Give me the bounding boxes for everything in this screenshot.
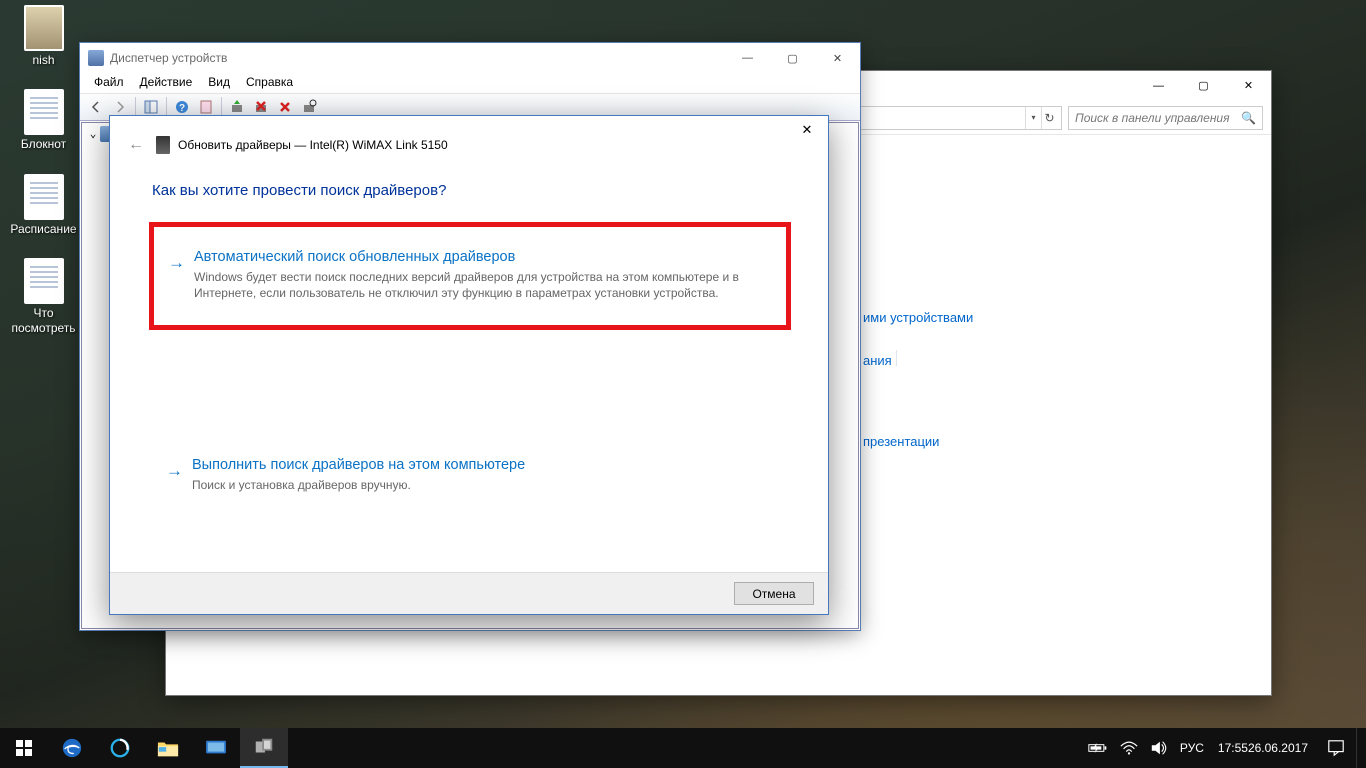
cancel-label: Отмена (752, 587, 795, 601)
option-description: Windows будет вести поиск последних верс… (194, 269, 770, 301)
folder-icon (157, 738, 179, 758)
maximize-button[interactable]: ▢ (770, 44, 815, 73)
taskbar: РУС 17:55 26.06.2017 (0, 728, 1366, 768)
desktop-icon-notepad[interactable]: Блокнот (6, 89, 81, 151)
taskbar-device-manager[interactable] (240, 728, 288, 768)
wizard-header: ← Обновить драйверы — Intel(R) WiMAX Lin… (110, 116, 828, 164)
wizard-footer: Отмена (110, 572, 828, 614)
back-arrow-icon[interactable]: ← (126, 136, 146, 154)
language-label: РУС (1180, 741, 1204, 755)
separator (896, 350, 897, 366)
maximize-button[interactable]: ▢ (1181, 71, 1226, 100)
system-tray: РУС 17:55 26.06.2017 (1082, 728, 1366, 768)
tray-clock[interactable]: 17:55 26.06.2017 (1210, 728, 1316, 768)
close-button[interactable]: ✕ (786, 116, 828, 144)
desktop-icon-nish[interactable]: nish (6, 5, 81, 67)
device-icon (156, 136, 170, 154)
toolbar-separator (166, 97, 167, 117)
update-driver-wizard: ✕ ← Обновить драйверы — Intel(R) WiMAX L… (109, 115, 829, 615)
desktop-icon-schedule[interactable]: Расписание (6, 174, 81, 236)
clock-time: 17:55 (1218, 741, 1248, 755)
desktop-icon-label: Что посмотреть (6, 306, 81, 335)
svg-text:?: ? (179, 103, 185, 114)
taskbar-app-1[interactable] (96, 728, 144, 768)
arrow-right-icon: → (166, 461, 183, 481)
option-browse-computer[interactable]: → Выполнить поиск драйверов на этом комп… (152, 443, 788, 507)
search-icon: 🔍 (1241, 111, 1256, 125)
image-file-icon (24, 5, 64, 51)
control-panel-icon (205, 739, 227, 757)
close-button[interactable]: ✕ (1226, 71, 1271, 100)
back-button[interactable] (85, 96, 107, 118)
desktop-icon-label: Блокнот (6, 137, 81, 151)
tray-wifi-icon[interactable] (1114, 728, 1144, 768)
search-placeholder: Поиск в панели управления (1075, 111, 1230, 125)
option-title: Автоматический поиск обновленных драйвер… (194, 249, 770, 265)
desktop-icon-watchlist[interactable]: Что посмотреть (6, 258, 81, 335)
desktop-icon-label: Расписание (6, 222, 81, 236)
tray-battery-icon[interactable] (1082, 728, 1114, 768)
address-dropdown-icon[interactable]: ▾ (1025, 107, 1041, 129)
tray-action-center[interactable] (1316, 728, 1356, 768)
clock-date: 26.06.2017 (1248, 741, 1308, 755)
close-button[interactable]: ✕ (815, 44, 860, 73)
menu-view[interactable]: Вид (200, 73, 238, 93)
cp-search-input[interactable]: Поиск в панели управления 🔍 (1068, 106, 1263, 130)
start-button[interactable] (0, 728, 48, 768)
minimize-button[interactable]: — (1136, 71, 1181, 100)
toolbar-separator (135, 97, 136, 117)
option-description: Поиск и установка драйверов вручную. (192, 477, 772, 493)
cancel-button[interactable]: Отмена (734, 582, 814, 605)
windows-logo-icon (16, 740, 32, 756)
menu-file[interactable]: Файл (86, 73, 132, 93)
option-title: Выполнить поиск драйверов на этом компью… (192, 457, 772, 473)
refresh-icon[interactable]: ↻ (1041, 107, 1057, 129)
cp-link-power[interactable]: ания (863, 353, 892, 368)
toolbar-separator (221, 97, 222, 117)
text-file-icon (24, 89, 64, 135)
minimize-button[interactable]: — (725, 44, 770, 73)
dm-titlebar[interactable]: Диспетчер устройств — ▢ ✕ (80, 43, 860, 73)
dm-menu-bar: Файл Действие Вид Справка (80, 73, 860, 93)
wizard-title: Обновить драйверы — Intel(R) WiMAX Link … (178, 138, 448, 152)
menu-action[interactable]: Действие (132, 73, 201, 93)
taskbar-explorer[interactable] (144, 728, 192, 768)
app-icon (109, 737, 131, 759)
menu-help[interactable]: Справка (238, 73, 301, 93)
arrow-right-icon: → (168, 253, 185, 273)
dm-title: Диспетчер устройств (110, 51, 227, 65)
desktop-icon-label: nish (6, 53, 81, 67)
edge-icon (61, 737, 83, 759)
wizard-question: Как вы хотите провести поиск драйверов? (152, 182, 788, 199)
text-file-icon (24, 258, 64, 304)
collapse-icon[interactable]: ⌄ (86, 127, 100, 140)
wizard-body: Как вы хотите провести поиск драйверов? … (110, 164, 828, 522)
desktop-icons: nish Блокнот Расписание Что посмотреть (6, 5, 81, 357)
tray-volume-icon[interactable] (1144, 728, 1174, 768)
cp-link-presentation[interactable]: презентации (863, 434, 939, 449)
taskbar-edge[interactable] (48, 728, 96, 768)
device-manager-icon (253, 736, 275, 758)
tray-language[interactable]: РУС (1174, 728, 1210, 768)
device-manager-icon (88, 50, 104, 66)
show-desktop-button[interactable] (1356, 728, 1362, 768)
taskbar-control-panel[interactable] (192, 728, 240, 768)
option-auto-search[interactable]: → Автоматический поиск обновленных драйв… (154, 227, 786, 325)
cp-link-devices[interactable]: ими устройствами (863, 310, 973, 325)
text-file-icon (24, 174, 64, 220)
